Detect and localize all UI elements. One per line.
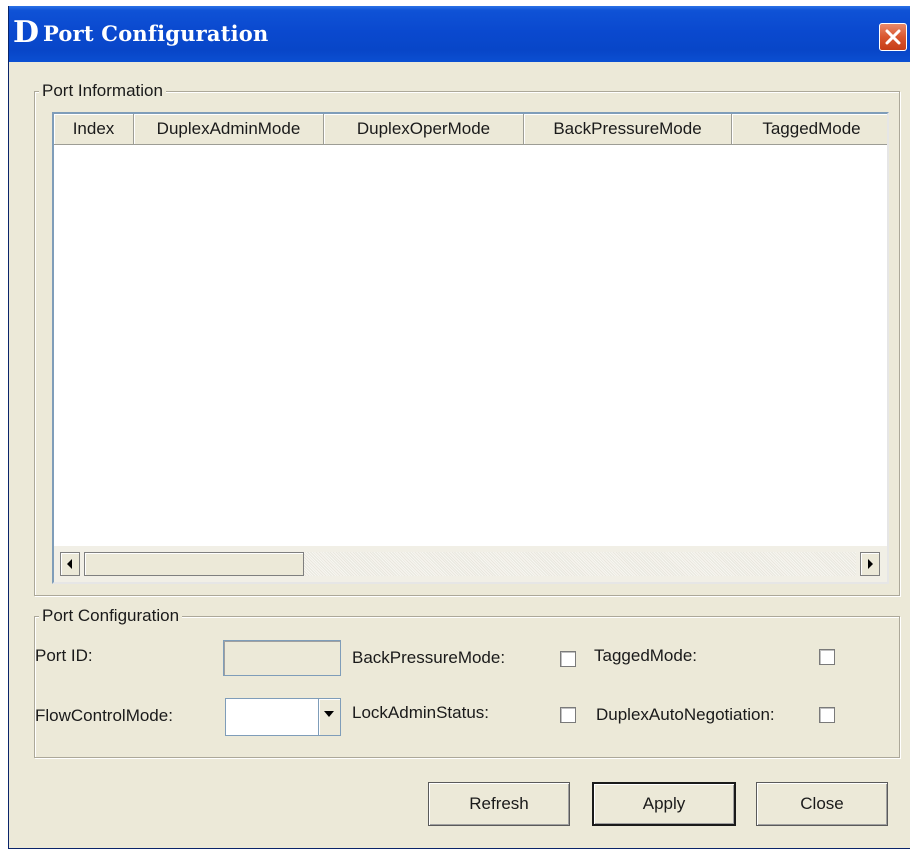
window-title: Port Configuration [43, 21, 269, 46]
apply-button[interactable]: Apply [592, 782, 736, 826]
lock-admin-status-checkbox[interactable] [560, 707, 576, 723]
flow-control-mode-label: FlowControlMode: [35, 706, 173, 725]
port-information-label: Port Information [39, 81, 166, 101]
port-configuration-group: Port Configuration [34, 606, 900, 758]
app-logo-icon: D [13, 15, 40, 50]
chevron-down-icon [324, 711, 334, 717]
column-header-tagged-mode[interactable]: TaggedMode [732, 114, 887, 144]
lock-admin-status-label: LockAdminStatus: [352, 703, 490, 722]
window-close-button[interactable] [879, 23, 907, 51]
dropdown-button[interactable] [318, 699, 340, 735]
scroll-track[interactable] [304, 552, 856, 576]
flow-control-mode-select[interactable] [225, 698, 341, 736]
port-id-label: Port ID: [35, 646, 93, 665]
table-body[interactable] [54, 145, 887, 544]
arrow-right-icon [868, 559, 873, 569]
duplex-auto-negotiation-label: DuplexAutoNegotiation: [596, 705, 775, 724]
refresh-button[interactable]: Refresh [428, 782, 570, 826]
scroll-left-button[interactable] [60, 552, 80, 576]
scroll-right-button[interactable] [860, 552, 880, 576]
back-pressure-mode-label: BackPressureMode: [352, 648, 506, 667]
column-header-duplex-admin-mode[interactable]: DuplexAdminMode [134, 114, 324, 144]
port-id-field[interactable] [223, 640, 341, 676]
arrow-left-icon [67, 559, 72, 569]
tagged-mode-checkbox[interactable] [819, 649, 835, 665]
column-header-back-pressure-mode[interactable]: BackPressureMode [524, 114, 732, 144]
column-header-duplex-oper-mode[interactable]: DuplexOperMode [324, 114, 524, 144]
duplex-auto-negotiation-checkbox[interactable] [819, 707, 835, 723]
column-header-index[interactable]: Index [54, 114, 134, 144]
close-icon [885, 29, 901, 45]
title-bar[interactable]: D Port Configuration [9, 6, 910, 62]
back-pressure-mode-checkbox[interactable] [560, 651, 576, 667]
horizontal-scrollbar[interactable] [54, 546, 887, 582]
table-header: Index DuplexAdminMode DuplexOperMode Bac… [54, 114, 887, 145]
port-configuration-window: D Port Configuration Port Information In… [8, 6, 910, 849]
port-configuration-label: Port Configuration [39, 606, 183, 626]
port-information-table: Index DuplexAdminMode DuplexOperMode Bac… [52, 112, 889, 584]
scroll-thumb[interactable] [84, 552, 304, 576]
tagged-mode-label: TaggedMode: [594, 646, 698, 665]
close-button[interactable]: Close [756, 782, 888, 826]
